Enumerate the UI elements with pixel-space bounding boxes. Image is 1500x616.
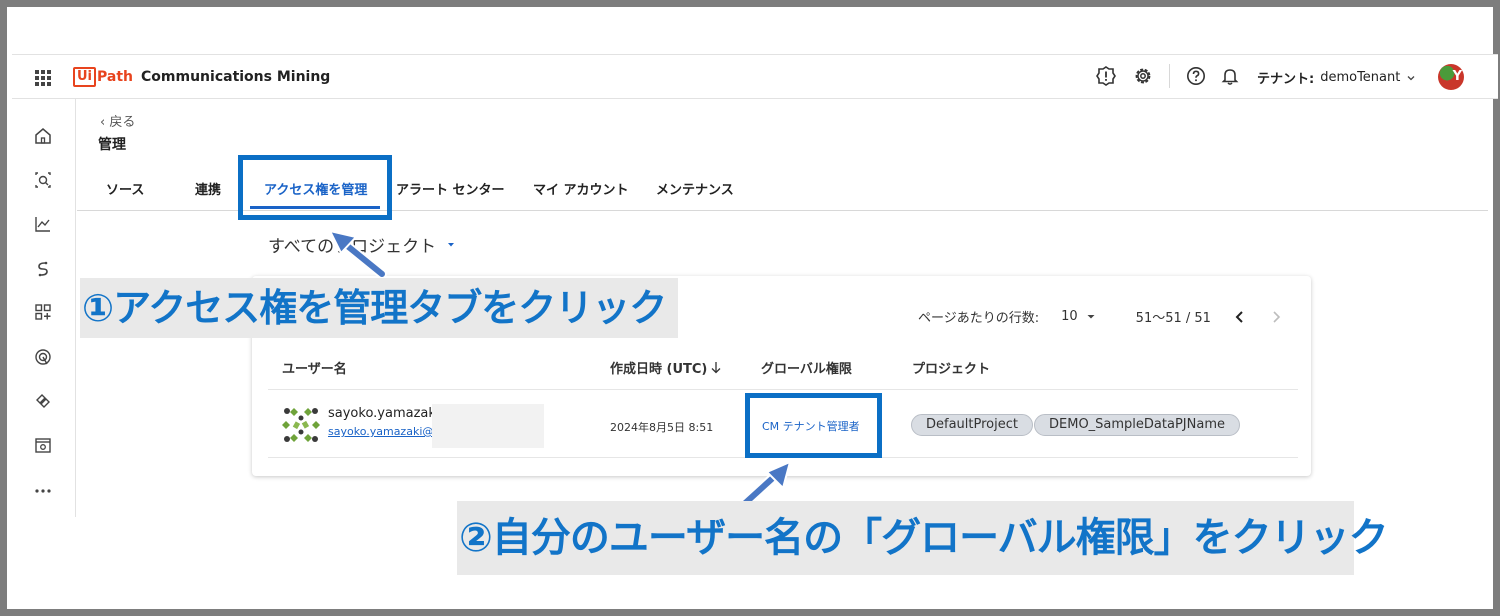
annotation-step2: ②自分のユーザー名の「グローバル権限」をクリック — [457, 501, 1389, 575]
arrow-step1 — [328, 229, 387, 279]
annotation-step1: ①アクセス権を管理タブをクリック — [80, 278, 678, 338]
arrow-step2 — [737, 460, 792, 511]
